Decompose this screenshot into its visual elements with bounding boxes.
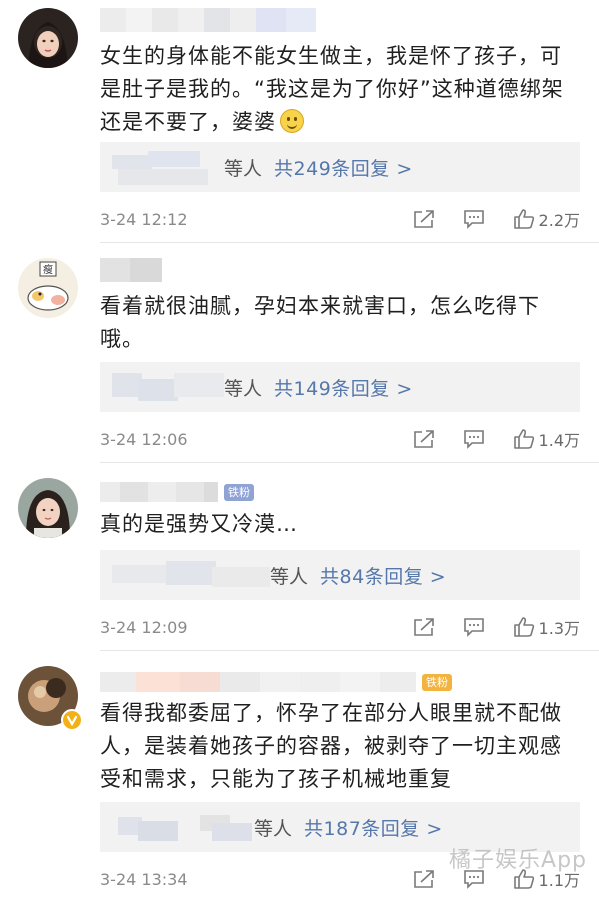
like-count: 1.4万: [538, 431, 580, 450]
comment-meta: 3-24 12:09 1.3万: [100, 615, 580, 639]
svg-text:瘦: 瘦: [43, 263, 53, 276]
comment-button[interactable]: [463, 429, 485, 449]
reply-suffix: 等人: [224, 157, 263, 180]
reply-suffix: 等人: [224, 377, 263, 400]
view-replies-link[interactable]: 共149条回复 >: [274, 374, 413, 401]
comment-text-content: 看着就很油腻，孕妇本来就害口，怎么吃得下哦。: [100, 294, 540, 351]
comment-text-content: 看得我都委屈了，怀孕了在部分人眼里就不配做人，是装着她孩子的容器，被剥夺了一切主…: [100, 701, 562, 791]
reply-summary[interactable]: 等人 共249条回复 >: [100, 142, 580, 192]
view-replies-link[interactable]: 共249条回复 >: [274, 154, 413, 181]
replier-names: [112, 809, 254, 845]
reply-suffix: 等人: [254, 817, 293, 840]
timestamp: 3-24 13:34: [100, 869, 188, 889]
comment-text-content: 真的是强势又冷漠…: [100, 512, 298, 536]
thumbs-up-icon: [513, 617, 534, 637]
avatar[interactable]: 瘦: [18, 258, 78, 318]
view-replies-link[interactable]: 共187条回复 >: [304, 814, 443, 841]
like-count: 1.3万: [538, 619, 580, 638]
comment-icon: [463, 430, 484, 449]
replier-names: [112, 557, 270, 593]
avatar[interactable]: [18, 8, 78, 68]
view-replies-link[interactable]: 共84条回复 >: [320, 562, 446, 589]
comment-button[interactable]: [463, 209, 485, 229]
comment-text: 看着就很油腻，孕妇本来就害口，怎么吃得下哦。: [100, 290, 580, 356]
divider: [100, 462, 599, 463]
divider: [100, 242, 599, 243]
like-button[interactable]: 1.3万: [513, 615, 580, 639]
share-icon: [413, 618, 434, 636]
username[interactable]: [100, 6, 316, 34]
comment-text: 真的是强势又冷漠…: [100, 508, 580, 541]
fan-badge: 铁粉: [422, 673, 452, 691]
share-icon: [413, 210, 434, 228]
comment-icon: [463, 210, 484, 229]
comment-text-content: 女生的身体能不能女生做主，我是怀了孩子，可是肚子是我的。“我这是为了你好”这种道…: [100, 44, 564, 134]
reply-summary[interactable]: 等人 共149条回复 >: [100, 362, 580, 412]
like-button[interactable]: 1.4万: [513, 427, 580, 451]
like-count: 2.2万: [538, 211, 580, 230]
replier-names: [112, 369, 224, 405]
comment-text: 看得我都委屈了，怀孕了在部分人眼里就不配做人，是装着她孩子的容器，被剥夺了一切主…: [100, 697, 580, 796]
divider: [100, 650, 599, 651]
verified-icon: [61, 709, 83, 731]
thumbs-up-icon: [513, 429, 534, 449]
username[interactable]: [100, 256, 162, 284]
replier-names: [112, 149, 224, 185]
avatar[interactable]: [18, 478, 78, 538]
share-button[interactable]: [413, 869, 435, 889]
comment-text: 女生的身体能不能女生做主，我是怀了孩子，可是肚子是我的。“我这是为了你好”这种道…: [100, 40, 580, 139]
comment-button[interactable]: [463, 617, 485, 637]
username[interactable]: 铁粉: [100, 668, 452, 696]
share-button[interactable]: [413, 617, 435, 637]
username[interactable]: 铁粉: [100, 478, 254, 506]
share-icon: [413, 430, 434, 448]
smile-emoji-icon: [280, 109, 304, 133]
comment-meta: 3-24 12:06 1.4万: [100, 427, 580, 451]
comment-meta: 3-24 12:12 2.2万: [100, 207, 580, 231]
watermark: 橘子娱乐App: [449, 848, 587, 873]
thumbs-up-icon: [513, 209, 534, 229]
fan-badge: 铁粉: [224, 483, 254, 501]
share-icon: [413, 870, 434, 888]
timestamp: 3-24 12:12: [100, 209, 188, 229]
like-button[interactable]: 2.2万: [513, 207, 580, 231]
share-button[interactable]: [413, 209, 435, 229]
comment-icon: [463, 618, 484, 637]
reply-suffix: 等人: [270, 565, 309, 588]
reply-summary[interactable]: 等人 共84条回复 >: [100, 550, 580, 600]
share-button[interactable]: [413, 429, 435, 449]
timestamp: 3-24 12:09: [100, 617, 188, 637]
timestamp: 3-24 12:06: [100, 429, 188, 449]
